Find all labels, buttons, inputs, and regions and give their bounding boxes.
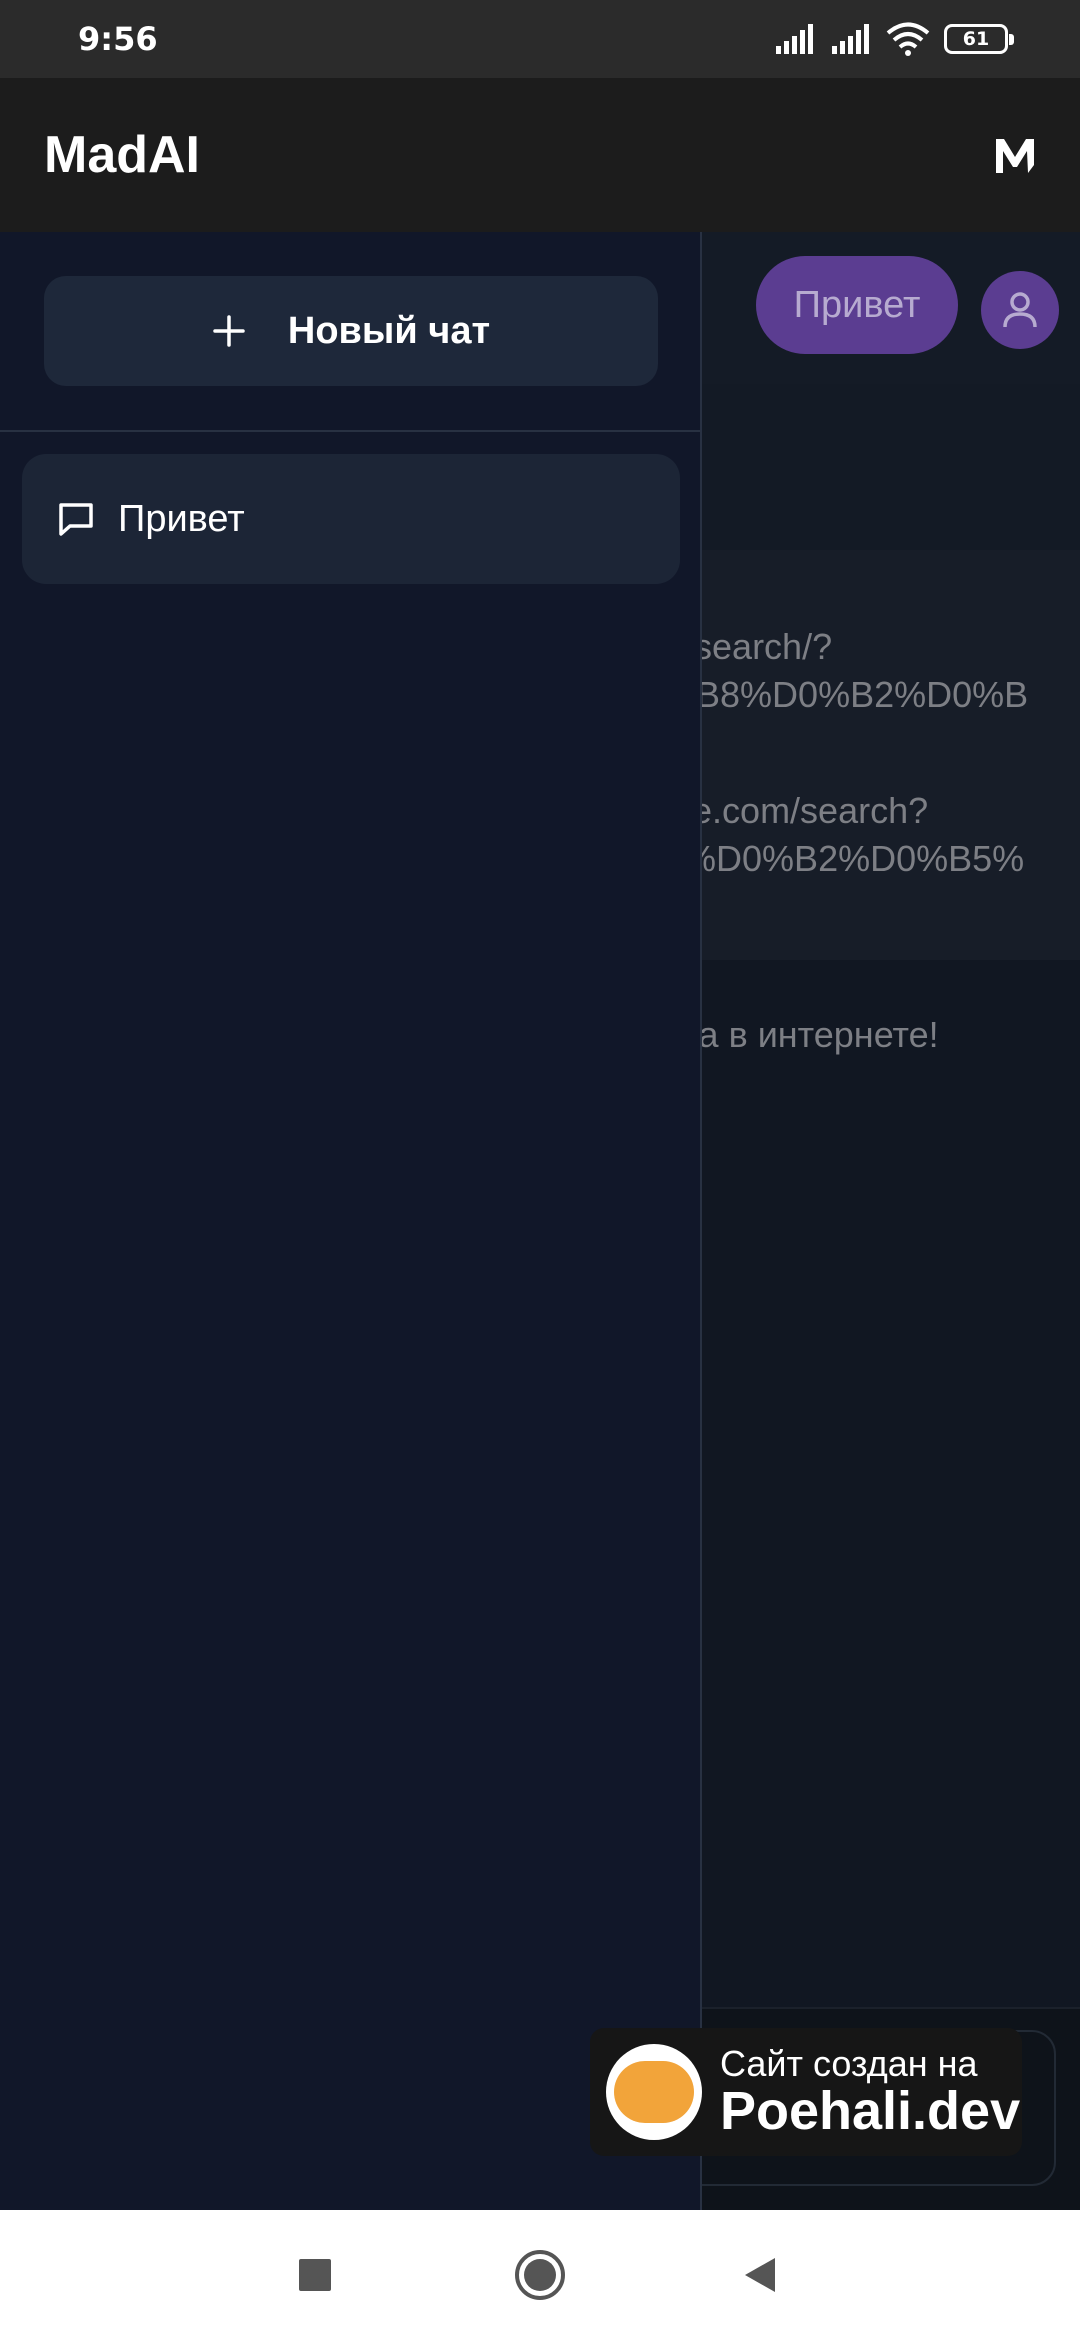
recents-button[interactable] xyxy=(255,2210,375,2340)
new-chat-button[interactable]: Новый чат xyxy=(44,276,658,386)
home-button[interactable] xyxy=(480,2210,600,2340)
square-icon xyxy=(299,2259,331,2291)
plus-icon xyxy=(213,315,245,347)
m-logo-icon[interactable] xyxy=(994,135,1036,175)
bot-text-line: ска в интернете! xyxy=(664,1014,939,1055)
user-icon xyxy=(1003,292,1037,328)
divider xyxy=(0,430,700,432)
bot-text-line: 8%D0%B2%D0%B5% xyxy=(664,838,1025,879)
bot-text-line: %B8%D0%B2%D0%B xyxy=(664,674,1029,715)
battery-level: 61 xyxy=(962,28,990,50)
bot-text-line: gle.com/search? xyxy=(664,790,929,831)
app-bar: MadAI xyxy=(0,78,1080,232)
chat-bubble-icon xyxy=(59,503,93,536)
user-message-bubble: Привет xyxy=(756,256,958,354)
signal-icon-2 xyxy=(832,24,869,54)
status-time: 9:56 xyxy=(78,20,158,58)
poehali-badge[interactable]: Сайт создан на Poehali.dev xyxy=(590,2028,1022,2156)
sidebar-drawer: Новый чат Привет xyxy=(0,232,702,2210)
app-title: MadAI xyxy=(44,126,200,184)
signal-icon xyxy=(776,24,813,54)
system-nav-bar xyxy=(0,2210,1080,2340)
sidebar-item-label: Привет xyxy=(118,497,245,540)
back-triangle-icon xyxy=(745,2258,775,2292)
status-bar: 9:56 61 xyxy=(0,0,1080,78)
back-button[interactable] xyxy=(700,2210,820,2340)
astronaut-helmet-icon xyxy=(606,2044,702,2140)
wifi-icon xyxy=(886,22,930,56)
sidebar-item-chat[interactable]: Привет xyxy=(22,454,680,584)
badge-line2: Poehali.dev xyxy=(720,2080,1021,2141)
avatar xyxy=(981,271,1059,349)
circle-icon xyxy=(515,2250,565,2300)
new-chat-label: Новый чат xyxy=(287,309,491,352)
battery-icon: 61 xyxy=(944,24,1014,54)
badge-line1: Сайт создан на xyxy=(720,2042,978,2084)
status-icons: 61 xyxy=(774,22,1014,56)
